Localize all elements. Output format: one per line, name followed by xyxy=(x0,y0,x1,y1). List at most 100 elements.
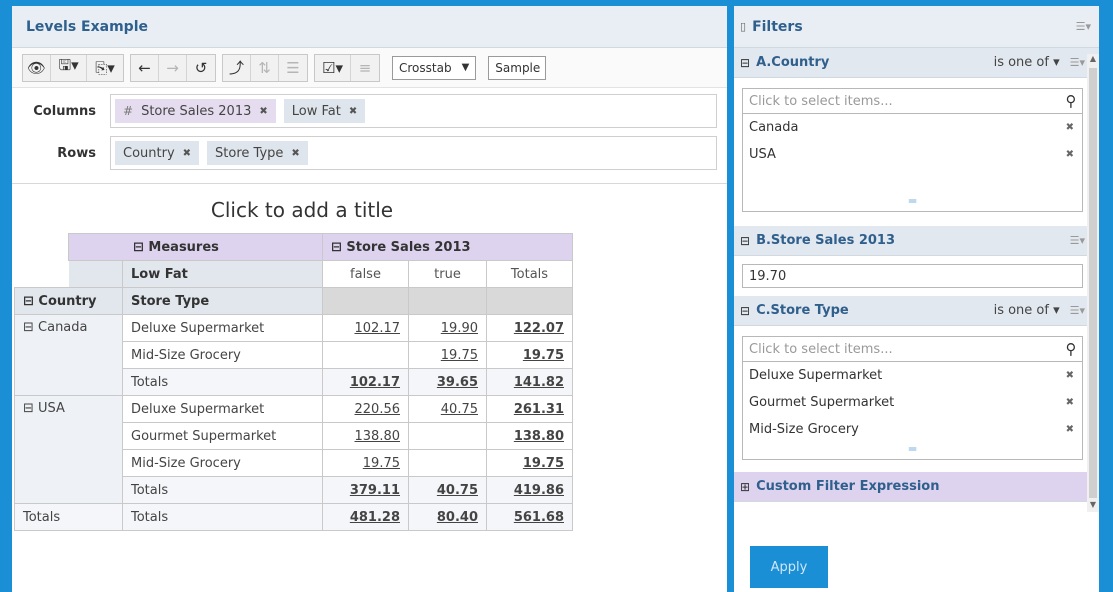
operator-dropdown[interactable]: is one of ▾ xyxy=(994,55,1060,70)
menu-icon[interactable]: ☰▾ xyxy=(1070,56,1085,69)
measures-header[interactable]: ⊟ Measures xyxy=(68,233,323,261)
remove-icon[interactable]: ✖ xyxy=(291,148,299,159)
cell-subtotal[interactable]: 379.11 xyxy=(322,476,409,504)
remove-icon[interactable]: ✖ xyxy=(1066,149,1074,160)
row-country-canada[interactable]: ⊟ Canada xyxy=(14,314,123,396)
row-chip-store-type[interactable]: Store Type ✖ xyxy=(207,141,308,165)
col-header-true[interactable]: true xyxy=(408,260,487,288)
scroll-up-icon[interactable]: ▲ xyxy=(1087,54,1099,66)
selected-items-list: Deluxe Supermarket ✖ Gourmet Supermarket… xyxy=(742,362,1083,460)
cell-value[interactable]: 19.75 xyxy=(322,449,409,477)
redo-icon[interactable]: → xyxy=(159,54,187,81)
cell-value[interactable] xyxy=(408,422,487,450)
cell-total[interactable]: 19.75 xyxy=(486,449,573,477)
filter-country-header[interactable]: ⊟ A.Country is one of ▾ ☰▾ xyxy=(734,48,1099,78)
cell-value[interactable]: 138.80 xyxy=(322,422,409,450)
low-fat-header[interactable]: Low Fat xyxy=(122,260,323,288)
collapse-icon[interactable]: ⊟ xyxy=(740,56,750,70)
custom-filter-header[interactable]: ⊞ Custom Filter Expression xyxy=(734,472,1099,502)
store-type-header[interactable]: Store Type xyxy=(122,287,323,315)
analyzer-pane: Levels Example 👁 🖫▾ ⎘▾ ← → ↺ ⤴ ⇅ ☰ ☑▾ ≡ … xyxy=(12,6,727,592)
resize-grip-icon[interactable]: ═ xyxy=(743,443,1082,459)
item-label: Mid-Size Grocery xyxy=(749,422,859,437)
row-chip-country[interactable]: Country ✖ xyxy=(115,141,200,165)
cell-subtotal[interactable]: 419.86 xyxy=(486,476,573,504)
sales-value-input[interactable]: 19.70 xyxy=(742,264,1083,288)
cell-value[interactable] xyxy=(408,449,487,477)
menu-icon[interactable]: ☰▾ xyxy=(1076,20,1091,33)
col-header-totals[interactable]: Totals xyxy=(486,260,573,288)
filter-sales-header[interactable]: ⊟ B.Store Sales 2013 ☰▾ xyxy=(734,226,1099,256)
remove-icon[interactable]: ✖ xyxy=(259,106,267,117)
resize-grip-icon[interactable]: ═ xyxy=(743,195,1082,211)
cell-subtotal[interactable]: 102.17 xyxy=(322,368,409,396)
cell-total[interactable]: 19.75 xyxy=(486,341,573,369)
row-subtotal-label: Totals xyxy=(122,368,323,396)
cell-value[interactable]: 102.17 xyxy=(322,314,409,342)
select-icon[interactable]: ☑▾ xyxy=(315,54,351,81)
storetype-search-input[interactable]: Click to select items... ⚲ xyxy=(742,336,1083,362)
apply-button[interactable]: Apply xyxy=(750,546,828,588)
expand-icon[interactable]: ⊞ xyxy=(740,480,750,494)
cell-total[interactable]: 261.31 xyxy=(486,395,573,423)
menu-icon[interactable]: ☰▾ xyxy=(1070,234,1085,247)
collapse-icon[interactable]: ⊟ xyxy=(740,304,750,318)
collapse-icon[interactable]: ⊟ xyxy=(740,234,750,248)
country-header[interactable]: ⊟ Country xyxy=(14,287,123,315)
cell-value[interactable]: 19.90 xyxy=(408,314,487,342)
header-blank xyxy=(486,287,573,315)
search-placeholder: Click to select items... xyxy=(749,93,893,109)
column-chip-low-fat[interactable]: Low Fat ✖ xyxy=(283,99,366,123)
cell-subtotal[interactable]: 40.75 xyxy=(408,476,487,504)
filter-storetype-header[interactable]: ⊟ C.Store Type is one of ▾ ☰▾ xyxy=(734,296,1099,326)
export-icon[interactable]: ⎘▾ xyxy=(87,55,123,81)
cell-subtotal[interactable]: 39.65 xyxy=(408,368,487,396)
sort-icon[interactable]: ⇅ xyxy=(251,54,279,81)
row-store-type: Mid-Size Grocery xyxy=(122,341,323,369)
col-header-false[interactable]: false xyxy=(322,260,409,288)
remove-icon[interactable]: ✖ xyxy=(349,106,357,117)
remove-icon[interactable]: ✖ xyxy=(1066,397,1074,408)
search-icon[interactable]: ⚲ xyxy=(1060,92,1082,110)
grand-total-label: Totals xyxy=(14,503,123,531)
totals-icon[interactable]: ☰ xyxy=(279,55,307,81)
rows-row: Rows Country ✖ Store Type ✖ xyxy=(22,136,717,170)
cell-grand-total[interactable]: 561.68 xyxy=(486,503,573,531)
cell-value[interactable]: 40.75 xyxy=(408,395,487,423)
cell-total[interactable]: 138.80 xyxy=(486,422,573,450)
remove-icon[interactable]: ✖ xyxy=(1066,370,1074,381)
country-search-input[interactable]: Click to select items... ⚲ xyxy=(742,88,1083,114)
rows-drop-zone[interactable]: Country ✖ Store Type ✖ xyxy=(110,136,717,170)
row-subtotal-label: Totals xyxy=(122,476,323,504)
scroll-thumb[interactable] xyxy=(1089,68,1097,498)
row-country-usa[interactable]: ⊟ USA xyxy=(14,395,123,504)
cell-value[interactable]: 220.56 xyxy=(322,395,409,423)
cell-grand-total[interactable]: 481.28 xyxy=(322,503,409,531)
cell-value[interactable]: 19.75 xyxy=(408,341,487,369)
filter-icon[interactable]: ≡ xyxy=(351,55,379,81)
remove-icon[interactable]: ✖ xyxy=(1066,122,1074,133)
columns-drop-zone[interactable]: # Store Sales 2013 ✖ Low Fat ✖ xyxy=(110,94,717,128)
search-icon[interactable]: ⚲ xyxy=(1060,340,1082,358)
menu-icon[interactable]: ☰▾ xyxy=(1070,304,1085,317)
cell-value[interactable] xyxy=(322,341,409,369)
save-icon[interactable]: 🖫▾ xyxy=(51,54,87,81)
undo-icon[interactable]: ← xyxy=(131,54,159,81)
scroll-down-icon[interactable]: ▼ xyxy=(1087,500,1099,512)
filters-scrollbar[interactable]: ▲ ▼ xyxy=(1087,54,1099,512)
store-sales-header[interactable]: ⊟ Store Sales 2013 xyxy=(322,233,573,261)
view-mode-select[interactable]: Crosstab ▼ xyxy=(392,55,477,80)
cell-grand-total[interactable]: 80.40 xyxy=(408,503,487,531)
reset-icon[interactable]: ↺ xyxy=(187,55,215,81)
report-title[interactable]: Click to add a title xyxy=(12,198,572,222)
swap-axes-icon[interactable]: ⤴ xyxy=(223,54,251,81)
cell-subtotal[interactable]: 141.82 xyxy=(486,368,573,396)
operator-dropdown[interactable]: is one of ▾ xyxy=(994,303,1060,318)
remove-icon[interactable]: ✖ xyxy=(183,148,191,159)
filter-country-body: Click to select items... ⚲ Canada ✖ USA … xyxy=(734,78,1099,218)
datasource-select[interactable]: Sample D xyxy=(488,55,547,80)
cell-total[interactable]: 122.07 xyxy=(486,314,573,342)
remove-icon[interactable]: ✖ xyxy=(1066,424,1074,435)
eye-icon[interactable]: 👁 xyxy=(23,54,51,81)
column-chip-store-sales[interactable]: # Store Sales 2013 ✖ xyxy=(115,99,276,123)
